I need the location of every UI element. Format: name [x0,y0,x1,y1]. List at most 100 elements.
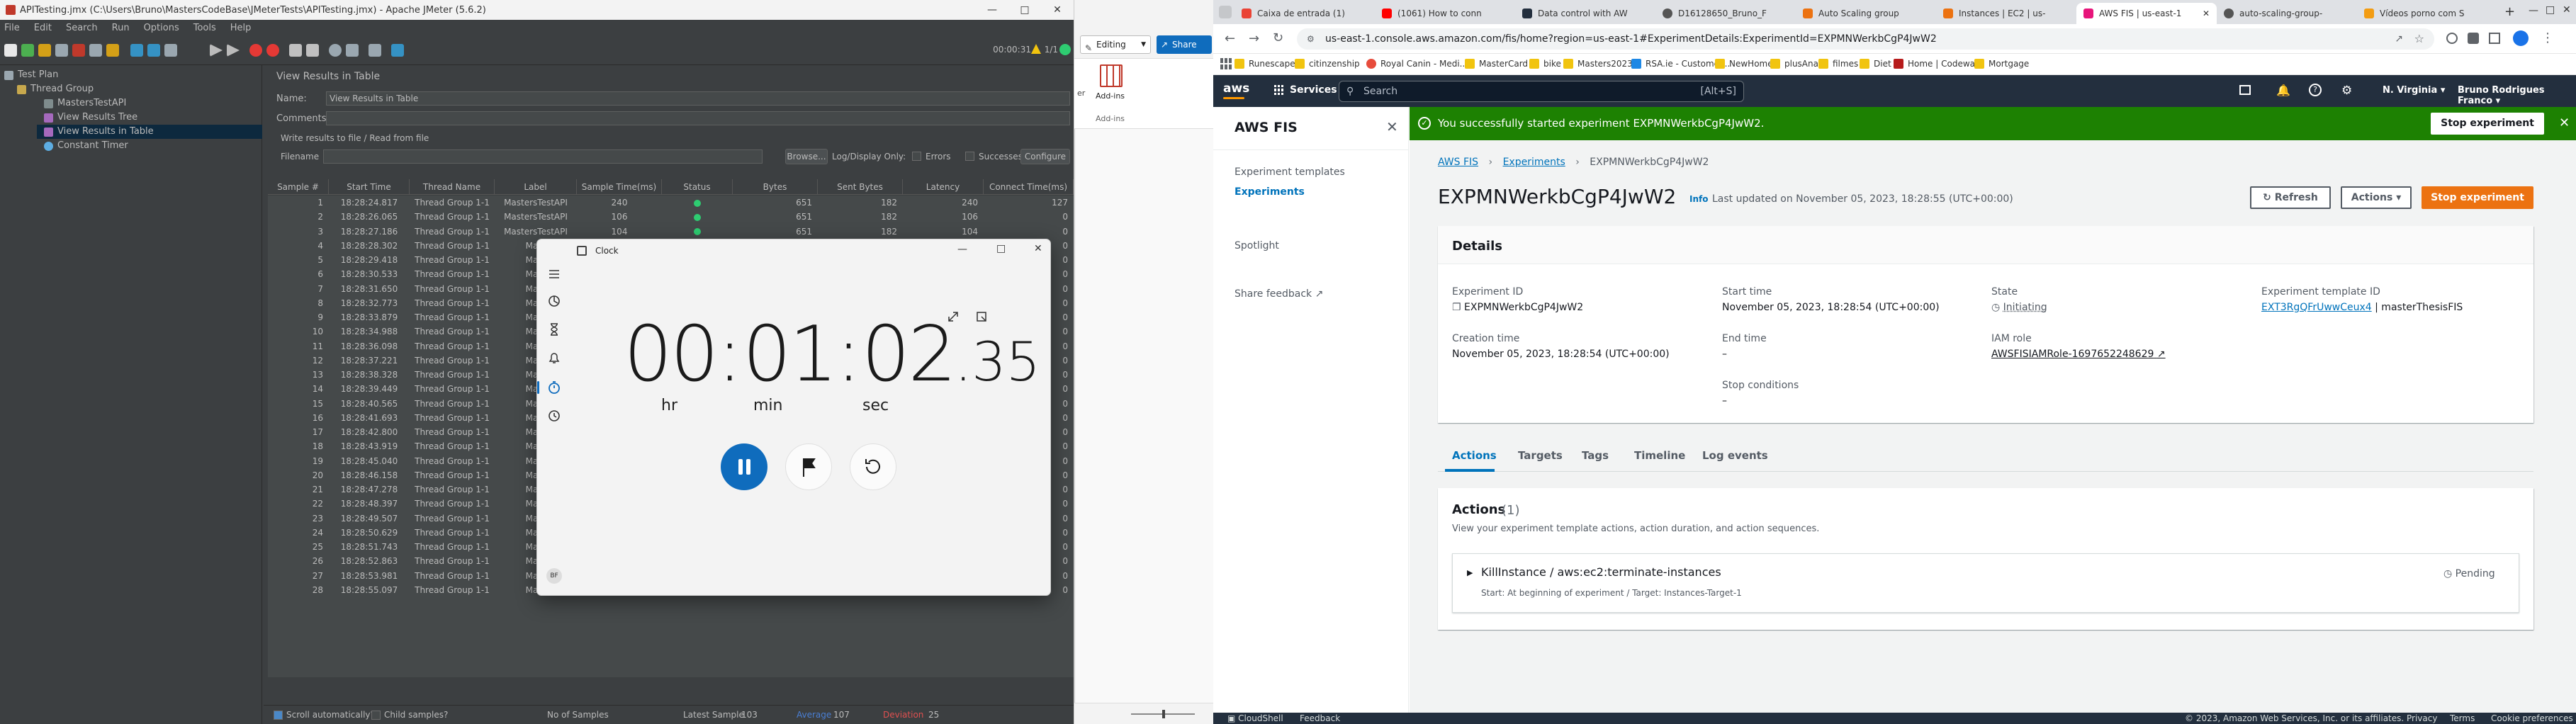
tab-timeline[interactable]: Timeline [1634,440,1685,471]
focus-sessions-icon[interactable] [546,293,562,309]
menu-tools[interactable]: Tools [193,23,216,33]
tab-tags[interactable]: Tags [1582,440,1609,471]
new-icon[interactable] [4,44,17,57]
region-selector[interactable]: N. Virginia ▾ [2383,85,2445,96]
extensions-icon[interactable] [2468,33,2479,44]
bookmark-royal-canin[interactable]: Royal Canin - Medi... [1366,59,1468,69]
apps-grid-icon[interactable] [1220,58,1232,69]
tree-item-http-sampler[interactable]: MastersTestAPI [44,96,126,111]
help-icon[interactable]: ? [2309,84,2322,96]
column-header[interactable]: Status [662,179,733,194]
table-row[interactable]: 1 18:28:24.817 Thread Group 1-1 MastersTest… [268,196,1074,210]
clear-icon[interactable] [289,44,302,57]
menu-icon[interactable] [546,266,562,282]
action-item[interactable]: ▶ KillInstance / aws:ec2:terminate-insta… [1452,553,2519,613]
bookmark-runescape[interactable]: Runescape [1234,59,1295,69]
bookmark-bike[interactable]: bike [1529,59,1561,69]
close-icon[interactable]: ✕ [2563,4,2571,16]
tab-search-icon[interactable] [1219,6,1232,18]
menu-search[interactable]: Search [66,23,98,33]
shutdown-icon[interactable] [266,44,279,57]
name-input[interactable]: View Results in Table [326,91,1070,106]
template-id-link[interactable]: EXT3RgQFrUwwCeux4 [2261,302,2372,313]
add-ins-button-label[interactable]: Add-ins [1096,91,1125,101]
share-page-icon[interactable]: ↗ [2395,28,2403,50]
services-grid-icon[interactable] [1274,85,1284,95]
timer-icon[interactable] [546,322,562,337]
reload-icon[interactable]: ↻ [1273,30,1283,45]
collapse-icon[interactable] [147,44,160,57]
column-header[interactable]: Start Time [329,179,410,194]
clear-all-icon[interactable] [306,44,319,57]
nav-experiments[interactable]: Experiments [1234,186,1305,198]
new-tab-icon[interactable]: + [2504,4,2515,19]
column-header[interactable]: Thread Name [410,179,495,194]
stop-experiment-button[interactable]: Stop experiment [2422,186,2533,209]
close-icon[interactable]: ✕ [1041,0,1074,20]
bookmark-citinzenship[interactable]: citinzenship [1295,59,1360,69]
tab-youtube[interactable]: (1061) How to conn [1375,3,1515,24]
nav-spotlight[interactable]: Spotlight [1234,240,1279,251]
tab-aws-data-control[interactable]: Data control with AW [1515,3,1655,24]
alarm-icon[interactable] [546,350,562,366]
lap-button[interactable] [785,443,832,490]
close-nav-icon[interactable]: ✕ [1386,118,1398,135]
column-header[interactable]: Latency [903,179,984,194]
filename-input[interactable] [323,149,763,164]
tree-item-view-results-table[interactable]: View Results in Table [37,125,262,139]
iam-role-link[interactable]: AWSFISIAMRole-1697652248629 ↗ [1991,349,2166,360]
close-tab-icon[interactable]: ✕ [2203,3,2210,24]
successes-checkbox[interactable] [965,152,974,161]
nav-share-feedback[interactable]: Share feedback ↗ [1234,288,1323,300]
tab-aws-fis[interactable]: AWS FIS | us-east-1 ✕ [2076,3,2217,24]
table-row[interactable]: 3 18:28:27.186 Thread Group 1-1 MastersTest… [268,225,1074,239]
aws-logo[interactable]: aws [1223,81,1249,96]
function-helper-icon[interactable] [369,44,381,57]
table-row[interactable]: 2 18:28:26.065 Thread Group 1-1 MastersTest… [268,210,1074,224]
tab-targets[interactable]: Targets [1518,440,1563,471]
copy-icon[interactable] [89,44,102,57]
tree-item-constant-timer[interactable]: Constant Timer [44,139,128,153]
maximize-icon[interactable]: □ [996,243,1006,254]
start-no-pauses-icon[interactable] [227,44,240,57]
bookmark-mastercard[interactable]: MasterCard [1465,59,1528,69]
back-icon[interactable]: ← [1225,31,1235,46]
menu-file[interactable]: File [4,23,20,33]
caret-right-icon[interactable]: ▶ [1467,568,1473,577]
breadcrumb-experiments[interactable]: Experiments [1503,157,1565,168]
actions-dropdown[interactable]: Actions ▾ [2341,186,2412,209]
warning-icon[interactable] [1031,44,1041,54]
reset-button[interactable] [850,443,896,490]
pause-button[interactable] [721,443,767,490]
side-panel-icon[interactable] [2489,33,2500,44]
cut-icon[interactable] [72,44,85,57]
paste-icon[interactable] [106,44,119,57]
reset-search-icon[interactable] [346,44,359,57]
templates-icon[interactable] [21,44,34,57]
tab-auto-scaling-group[interactable]: auto-scaling-group- [2217,3,2357,24]
maximize-icon[interactable]: □ [2546,4,2555,16]
chrome-menu-icon[interactable]: ⋮ [2541,30,2554,45]
share-button[interactable]: ↗ Share [1157,35,1212,54]
menu-options[interactable]: Options [144,23,179,33]
comments-input[interactable] [326,111,1070,125]
copy-icon[interactable]: ❐ [1452,302,1461,313]
cloudshell-link[interactable]: ▣ CloudShell [1227,713,1283,723]
terms-link[interactable]: Terms [2450,713,2475,723]
minimize-icon[interactable]: — [957,244,967,255]
child-samples-checkbox[interactable] [371,711,381,720]
breadcrumb-fis[interactable]: AWS FIS [1438,157,1478,168]
add-ins-icon[interactable] [1100,64,1123,87]
world-clock-icon[interactable] [546,408,562,424]
configure-button[interactable]: Configure [1020,149,1070,164]
tab-ec2-instances[interactable]: Instances | EC2 | us- [1936,3,2076,24]
bookmark-plusana[interactable]: plusAna [1770,59,1818,69]
errors-checkbox[interactable] [912,152,921,161]
nav-experiment-templates[interactable]: Experiment templates [1234,166,1345,178]
tab-log-events[interactable]: Log events [1702,440,1768,471]
info-link[interactable]: Info [1689,194,1708,204]
stopwatch-icon[interactable] [546,380,562,395]
open-icon[interactable] [38,44,51,57]
tree-item-thread-group[interactable]: Thread Group [17,82,94,96]
bookmark-filmes[interactable]: filmes [1818,59,1858,69]
